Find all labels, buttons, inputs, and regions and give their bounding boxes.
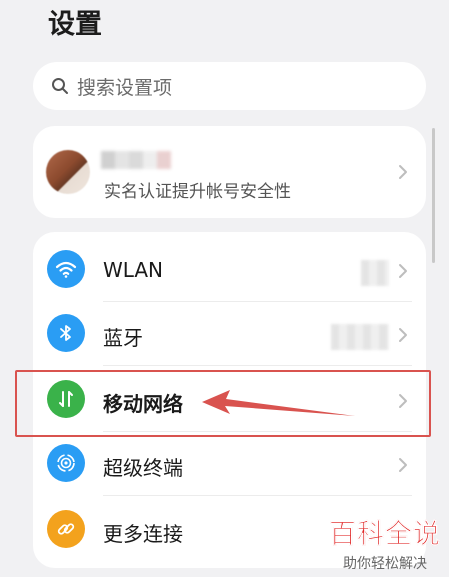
account-name-redacted (101, 151, 171, 169)
account-subtitle: 实名认证提升帐号安全性 (104, 182, 291, 202)
settings-item-label: 超级终端 (103, 456, 183, 480)
search-icon (52, 78, 68, 94)
account-card[interactable]: 实名认证提升帐号安全性 (33, 126, 426, 218)
watermark: 百科全说 助你轻松解决 (329, 512, 441, 573)
wlan-status-redacted (361, 260, 389, 286)
divider (103, 495, 412, 496)
scrollbar[interactable] (432, 128, 435, 263)
settings-item-bluetooth[interactable]: 蓝牙 (33, 302, 426, 366)
chevron-right-icon (399, 458, 407, 472)
chevron-right-icon (399, 264, 407, 278)
settings-item-super-device[interactable]: 超级终端 (33, 432, 426, 496)
wifi-icon (47, 250, 85, 288)
settings-item-wlan[interactable]: WLAN (33, 238, 426, 302)
super-device-icon (47, 444, 85, 482)
watermark-subtitle: 助你轻松解决 (343, 556, 427, 572)
search-input[interactable]: 搜索设置项 (77, 73, 172, 100)
avatar (46, 150, 90, 194)
chevron-right-icon (399, 328, 407, 342)
bluetooth-status-redacted (331, 324, 389, 350)
watermark-title: 百科全说 (329, 519, 441, 550)
divider (103, 365, 412, 366)
link-icon (47, 510, 85, 548)
arrow-annotation (202, 390, 355, 416)
chevron-right-icon (399, 165, 407, 179)
settings-item-label: WLAN (103, 258, 164, 282)
bluetooth-icon (47, 314, 85, 352)
settings-item-label: 蓝牙 (103, 326, 143, 350)
search-bar[interactable]: 搜索设置项 (33, 62, 426, 110)
settings-item-label: 更多连接 (103, 522, 183, 546)
page-title: 设置 (48, 9, 102, 40)
